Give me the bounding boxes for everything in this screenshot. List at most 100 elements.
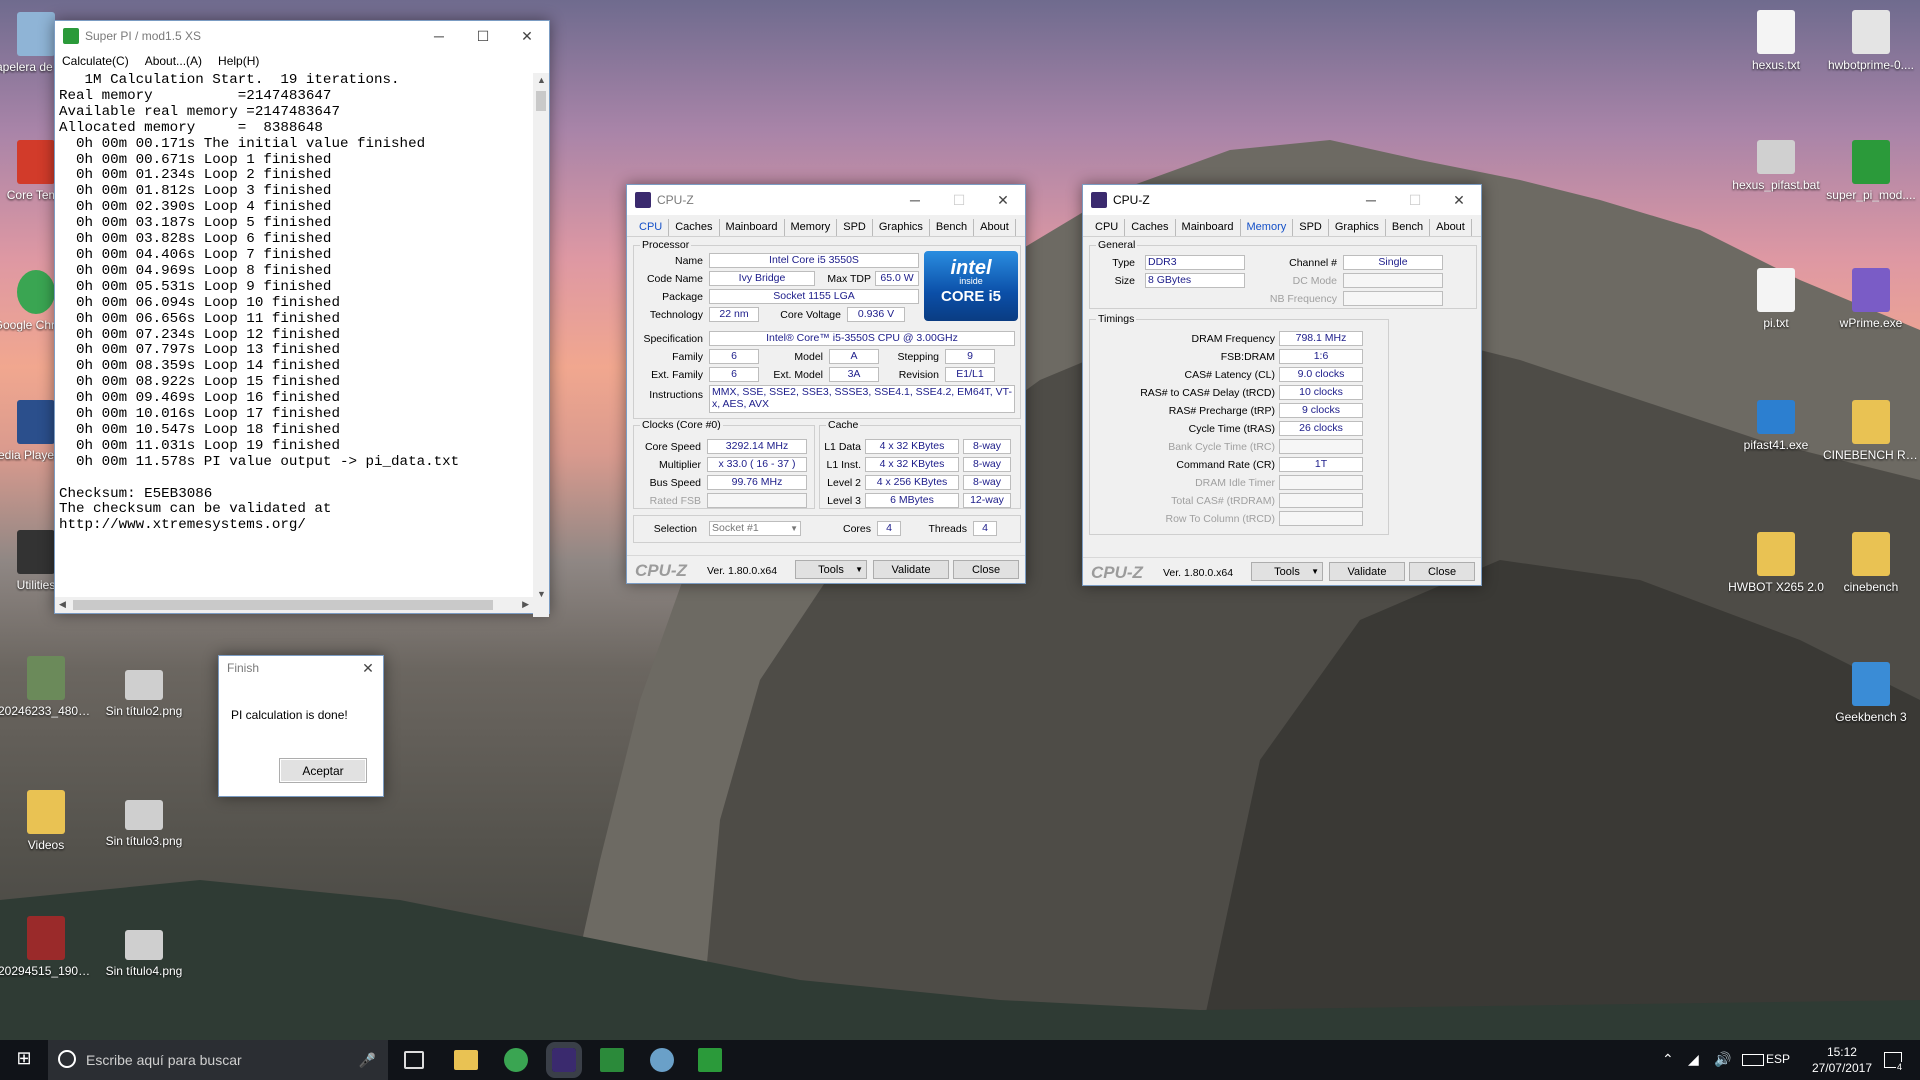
- network-icon[interactable]: ◢: [1688, 1051, 1712, 1075]
- scroll-up-arrow-icon[interactable]: ▲: [537, 75, 546, 85]
- tab-bench[interactable]: Bench: [1386, 219, 1431, 236]
- desktop-icon-hexus-txt[interactable]: hexus.txt: [1728, 10, 1824, 72]
- menu-help[interactable]: Help(H): [218, 54, 259, 68]
- desktop-icon-sin-titulo3[interactable]: Sin título3.png: [96, 800, 192, 848]
- desktop-icon-label: cinebench: [1843, 580, 1899, 594]
- super-pi-icon: [1852, 140, 1890, 184]
- scroll-left-arrow-icon[interactable]: ◀: [59, 599, 66, 610]
- super-pi-taskbar-icon[interactable]: [698, 1048, 722, 1072]
- taskbar-search-box[interactable]: Escribe aquí para buscar 🎤: [48, 1040, 388, 1080]
- hardware-monitor-icon[interactable]: [600, 1048, 624, 1072]
- scroll-down-arrow-icon[interactable]: ▼: [537, 589, 546, 599]
- finish-dialog[interactable]: Finish ✕ PI calculation is done! Aceptar: [218, 655, 384, 797]
- cpuz-titlebar[interactable]: CPU-Z ─ ☐ ✕: [1083, 185, 1481, 215]
- tools-button[interactable]: Tools ▼: [795, 560, 867, 579]
- minimize-button[interactable]: ─: [1349, 185, 1393, 215]
- validate-button[interactable]: Validate: [873, 560, 949, 579]
- tab-mainboard[interactable]: Mainboard: [720, 219, 785, 236]
- cpuz-memory-window[interactable]: CPU-Z ─ ☐ ✕ CPU Caches Mainboard Memory …: [1082, 184, 1482, 586]
- cpuz-titlebar[interactable]: CPU-Z ─ ☐ ✕: [627, 185, 1025, 215]
- maximize-button[interactable]: ☐: [461, 21, 505, 51]
- tab-bench[interactable]: Bench: [930, 219, 975, 236]
- minimize-button[interactable]: ─: [417, 21, 461, 51]
- tools-button[interactable]: Tools ▼: [1251, 562, 1323, 581]
- vertical-scrollbar[interactable]: ▲ ▼: [533, 73, 549, 617]
- cpuz-taskbar-icon[interactable]: [546, 1042, 582, 1078]
- menu-calculate[interactable]: Calculate(C): [62, 54, 129, 68]
- desktop-icon-hexus-pifast[interactable]: hexus_pifast.bat: [1728, 140, 1824, 192]
- desktop-icon-cinebench[interactable]: cinebench: [1823, 532, 1919, 594]
- file-explorer-icon[interactable]: [454, 1050, 478, 1070]
- family-value: 6: [709, 349, 759, 364]
- tab-memory[interactable]: Memory: [1241, 219, 1294, 236]
- desktop-icon-image-2[interactable]: 20294515_1902...: [0, 916, 94, 978]
- menu-about[interactable]: About...(A): [145, 54, 202, 68]
- desktop-icon-label: hexus_pifast.bat: [1732, 178, 1820, 192]
- desktop-icon-videos[interactable]: Videos: [0, 790, 94, 852]
- windows-start-icon[interactable]: ⊞: [12, 1048, 36, 1072]
- scrollbar-thumb[interactable]: [536, 91, 546, 111]
- tab-caches[interactable]: Caches: [1125, 219, 1176, 236]
- volume-icon[interactable]: 🔊: [1714, 1051, 1738, 1075]
- finish-titlebar[interactable]: Finish ✕: [219, 656, 383, 680]
- tab-graphics[interactable]: Graphics: [873, 219, 930, 236]
- task-view-icon[interactable]: [404, 1051, 424, 1069]
- tab-cpu[interactable]: CPU: [633, 219, 670, 236]
- tab-memory[interactable]: Memory: [785, 219, 838, 236]
- stepping-label: Stepping: [897, 351, 939, 363]
- desktop-icon-wprime[interactable]: wPrime.exe: [1823, 268, 1919, 330]
- chevron-up-icon[interactable]: ⌃: [1662, 1051, 1686, 1075]
- input-language[interactable]: ESP: [1766, 1052, 1790, 1066]
- cpuz-cpu-window[interactable]: CPU-Z ─ ☐ ✕ CPU Caches Mainboard Memory …: [626, 184, 1026, 584]
- minimize-button[interactable]: ─: [893, 185, 937, 215]
- desktop-icon-pi-txt[interactable]: pi.txt: [1728, 268, 1824, 330]
- superpi-output-text[interactable]: 1M Calculation Start. 19 iterations. Real…: [57, 73, 533, 617]
- socket-select[interactable]: Socket #1 ▼: [709, 521, 801, 536]
- superpi-titlebar[interactable]: Super PI / mod1.5 XS ─ ☐ ✕: [55, 21, 549, 51]
- tab-mainboard[interactable]: Mainboard: [1176, 219, 1241, 236]
- desktop-icon-pifast41[interactable]: pifast41.exe: [1728, 400, 1824, 452]
- gpu-tool-icon[interactable]: [650, 1048, 674, 1072]
- accept-button[interactable]: Aceptar: [279, 758, 367, 783]
- microphone-icon[interactable]: 🎤: [359, 1052, 376, 1069]
- tab-spd[interactable]: SPD: [1293, 219, 1329, 236]
- level3-value: 6 MBytes: [865, 493, 959, 508]
- desktop-icon-hwbot-x265[interactable]: HWBOT X265 2.0: [1728, 532, 1824, 594]
- close-button[interactable]: ✕: [981, 185, 1025, 215]
- name-label: Name: [674, 255, 703, 267]
- scroll-right-arrow-icon[interactable]: ▶: [522, 599, 529, 610]
- scrollbar-thumb[interactable]: [73, 600, 493, 610]
- image-icon: [27, 656, 65, 700]
- desktop-icon-label: CINEBENCH R15.038_RC184...: [1823, 448, 1919, 462]
- tab-spd[interactable]: SPD: [837, 219, 873, 236]
- image-icon: [125, 670, 163, 700]
- desktop-icon-hwbotprime[interactable]: hwbotprime-0....: [1823, 10, 1919, 72]
- tab-graphics[interactable]: Graphics: [1329, 219, 1386, 236]
- family-label: Family: [672, 351, 703, 363]
- tab-about[interactable]: About: [1430, 219, 1472, 236]
- size-label: Size: [1114, 275, 1135, 287]
- desktop-icon-image-1[interactable]: 20246233_4802...: [0, 656, 94, 718]
- keyboard-icon[interactable]: [1742, 1054, 1764, 1066]
- tab-about[interactable]: About: [974, 219, 1016, 236]
- chrome-icon[interactable]: [504, 1048, 528, 1072]
- desktop-icon-super-pi-mod[interactable]: super_pi_mod....: [1823, 140, 1919, 202]
- window-title: Super PI / mod1.5 XS: [85, 29, 202, 43]
- desktop-icon-cinebench-r15[interactable]: CINEBENCH R15.038_RC184...: [1823, 400, 1919, 462]
- taskbar-clock[interactable]: 15:12 27/07/2017: [1812, 1044, 1872, 1076]
- validate-button[interactable]: Validate: [1329, 562, 1405, 581]
- close-button[interactable]: Close: [953, 560, 1019, 579]
- close-button[interactable]: Close: [1409, 562, 1475, 581]
- close-button[interactable]: ✕: [1437, 185, 1481, 215]
- superpi-window[interactable]: Super PI / mod1.5 XS ─ ☐ ✕ Calculate(C) …: [54, 20, 550, 617]
- horizontal-scrollbar[interactable]: ◀ ▶: [55, 597, 533, 613]
- clock-time: 15:12: [1826, 1045, 1857, 1059]
- tab-caches[interactable]: Caches: [669, 219, 720, 236]
- desktop-icon-sin-titulo2[interactable]: Sin título2.png: [96, 670, 192, 718]
- desktop-icon-geekbench[interactable]: Geekbench 3: [1823, 662, 1919, 724]
- desktop-icon-sin-titulo4[interactable]: Sin título4.png: [96, 930, 192, 978]
- close-button[interactable]: ✕: [353, 656, 383, 680]
- close-button[interactable]: ✕: [505, 21, 549, 51]
- desktop-icon-label: hwbotprime-0....: [1827, 58, 1915, 72]
- tab-cpu[interactable]: CPU: [1089, 219, 1126, 236]
